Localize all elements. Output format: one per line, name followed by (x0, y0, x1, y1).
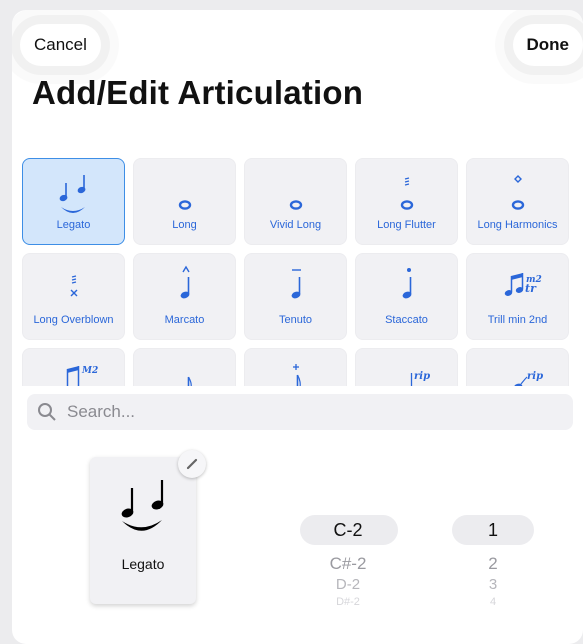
whole-note-icon (178, 200, 192, 210)
articulation-legato[interactable]: Legato (22, 158, 125, 245)
articulation-marcato[interactable]: Marcato (133, 253, 236, 340)
legato-icon (59, 175, 86, 213)
search-icon (38, 403, 56, 421)
flutter-whole-note-icon (400, 177, 414, 210)
number-picker[interactable]: 1 2 3 4 (452, 515, 534, 607)
articulation-label: Long Overblown (33, 314, 114, 326)
rip-note-icon: rip (513, 371, 543, 386)
articulation-trill-maj-2nd[interactable]: M2 (22, 348, 125, 386)
cancel-button[interactable]: Cancel (20, 24, 101, 66)
articulation-label: Trill min 2nd (487, 314, 548, 326)
svg-text:rip: rip (414, 371, 430, 382)
articulation-tenuto[interactable]: Tenuto (244, 253, 347, 340)
svg-text:tr: tr (525, 282, 537, 295)
articulation-label: Marcato (164, 314, 205, 326)
pencil-icon (186, 458, 198, 470)
articulation-grid: Legato Long Vivid Long Long Flutter Long… (22, 158, 582, 386)
articulation-label: Staccato (385, 314, 428, 326)
number-picker-item[interactable]: 2 (452, 554, 534, 574)
marcato-note-icon (180, 265, 190, 299)
articulation-rip-note[interactable]: rip (466, 348, 569, 386)
articulation-label: Vivid Long (269, 219, 322, 231)
number-picker-item[interactable]: 4 (452, 596, 534, 605)
svg-text:M2: M2 (81, 366, 98, 376)
preview-label: Legato (121, 556, 165, 572)
articulation-long-overblown[interactable]: Long Overblown (22, 253, 125, 340)
articulation-sheet: Cancel Done Add/Edit Articulation Legato (12, 10, 583, 644)
pitch-picker-item[interactable]: D-2 (298, 576, 398, 593)
plus-note-icon (293, 364, 301, 386)
harmonic-whole-note-icon (511, 175, 525, 210)
pitch-picker[interactable]: C-2 C#-2 D-2 D#-2 (298, 515, 398, 607)
articulation-vivid-long[interactable]: Vivid Long (244, 158, 347, 245)
svg-text:rip: rip (527, 371, 543, 382)
articulation-trill-min-2nd[interactable]: m2 tr Trill min 2nd (466, 253, 569, 340)
articulation-staccato[interactable]: Staccato (355, 253, 458, 340)
articulation-rip[interactable]: rip (355, 348, 458, 386)
articulation-label: Long (172, 219, 197, 231)
whole-note-icon (289, 200, 303, 210)
articulation-long[interactable]: Long (133, 158, 236, 245)
page-title: Add/Edit Articulation (32, 74, 364, 111)
articulation-note[interactable] (133, 348, 236, 386)
done-button[interactable]: Done (512, 24, 583, 66)
overblown-icon (70, 275, 78, 297)
pitch-picker-item[interactable]: C-2 (298, 520, 398, 541)
edit-button[interactable] (178, 450, 206, 478)
staccato-note-icon (402, 268, 412, 299)
articulation-long-harmonics[interactable]: Long Harmonics (466, 158, 569, 245)
articulation-preview[interactable]: Legato (90, 457, 196, 604)
trill-major-icon: M2 (66, 366, 98, 386)
tenuto-note-icon (291, 269, 301, 299)
search-bar[interactable] (27, 394, 573, 430)
rip-icon: rip (410, 371, 430, 386)
pitch-picker-item[interactable]: C#-2 (298, 554, 398, 574)
number-picker-item[interactable]: 3 (452, 576, 534, 593)
articulation-label: Legato (56, 219, 91, 231)
articulation-label: Long Flutter (377, 219, 436, 231)
articulation-long-flutter[interactable]: Long Flutter (355, 158, 458, 245)
articulation-label: Tenuto (278, 314, 313, 326)
articulation-plus-note[interactable] (244, 348, 347, 386)
number-picker-item[interactable]: 1 (452, 520, 534, 541)
articulation-label: Long Harmonics (477, 219, 558, 231)
note-icon (187, 376, 192, 386)
search-input[interactable] (65, 401, 549, 423)
trill-icon: m2 tr (504, 273, 542, 296)
pitch-picker-item[interactable]: D#-2 (298, 596, 398, 605)
